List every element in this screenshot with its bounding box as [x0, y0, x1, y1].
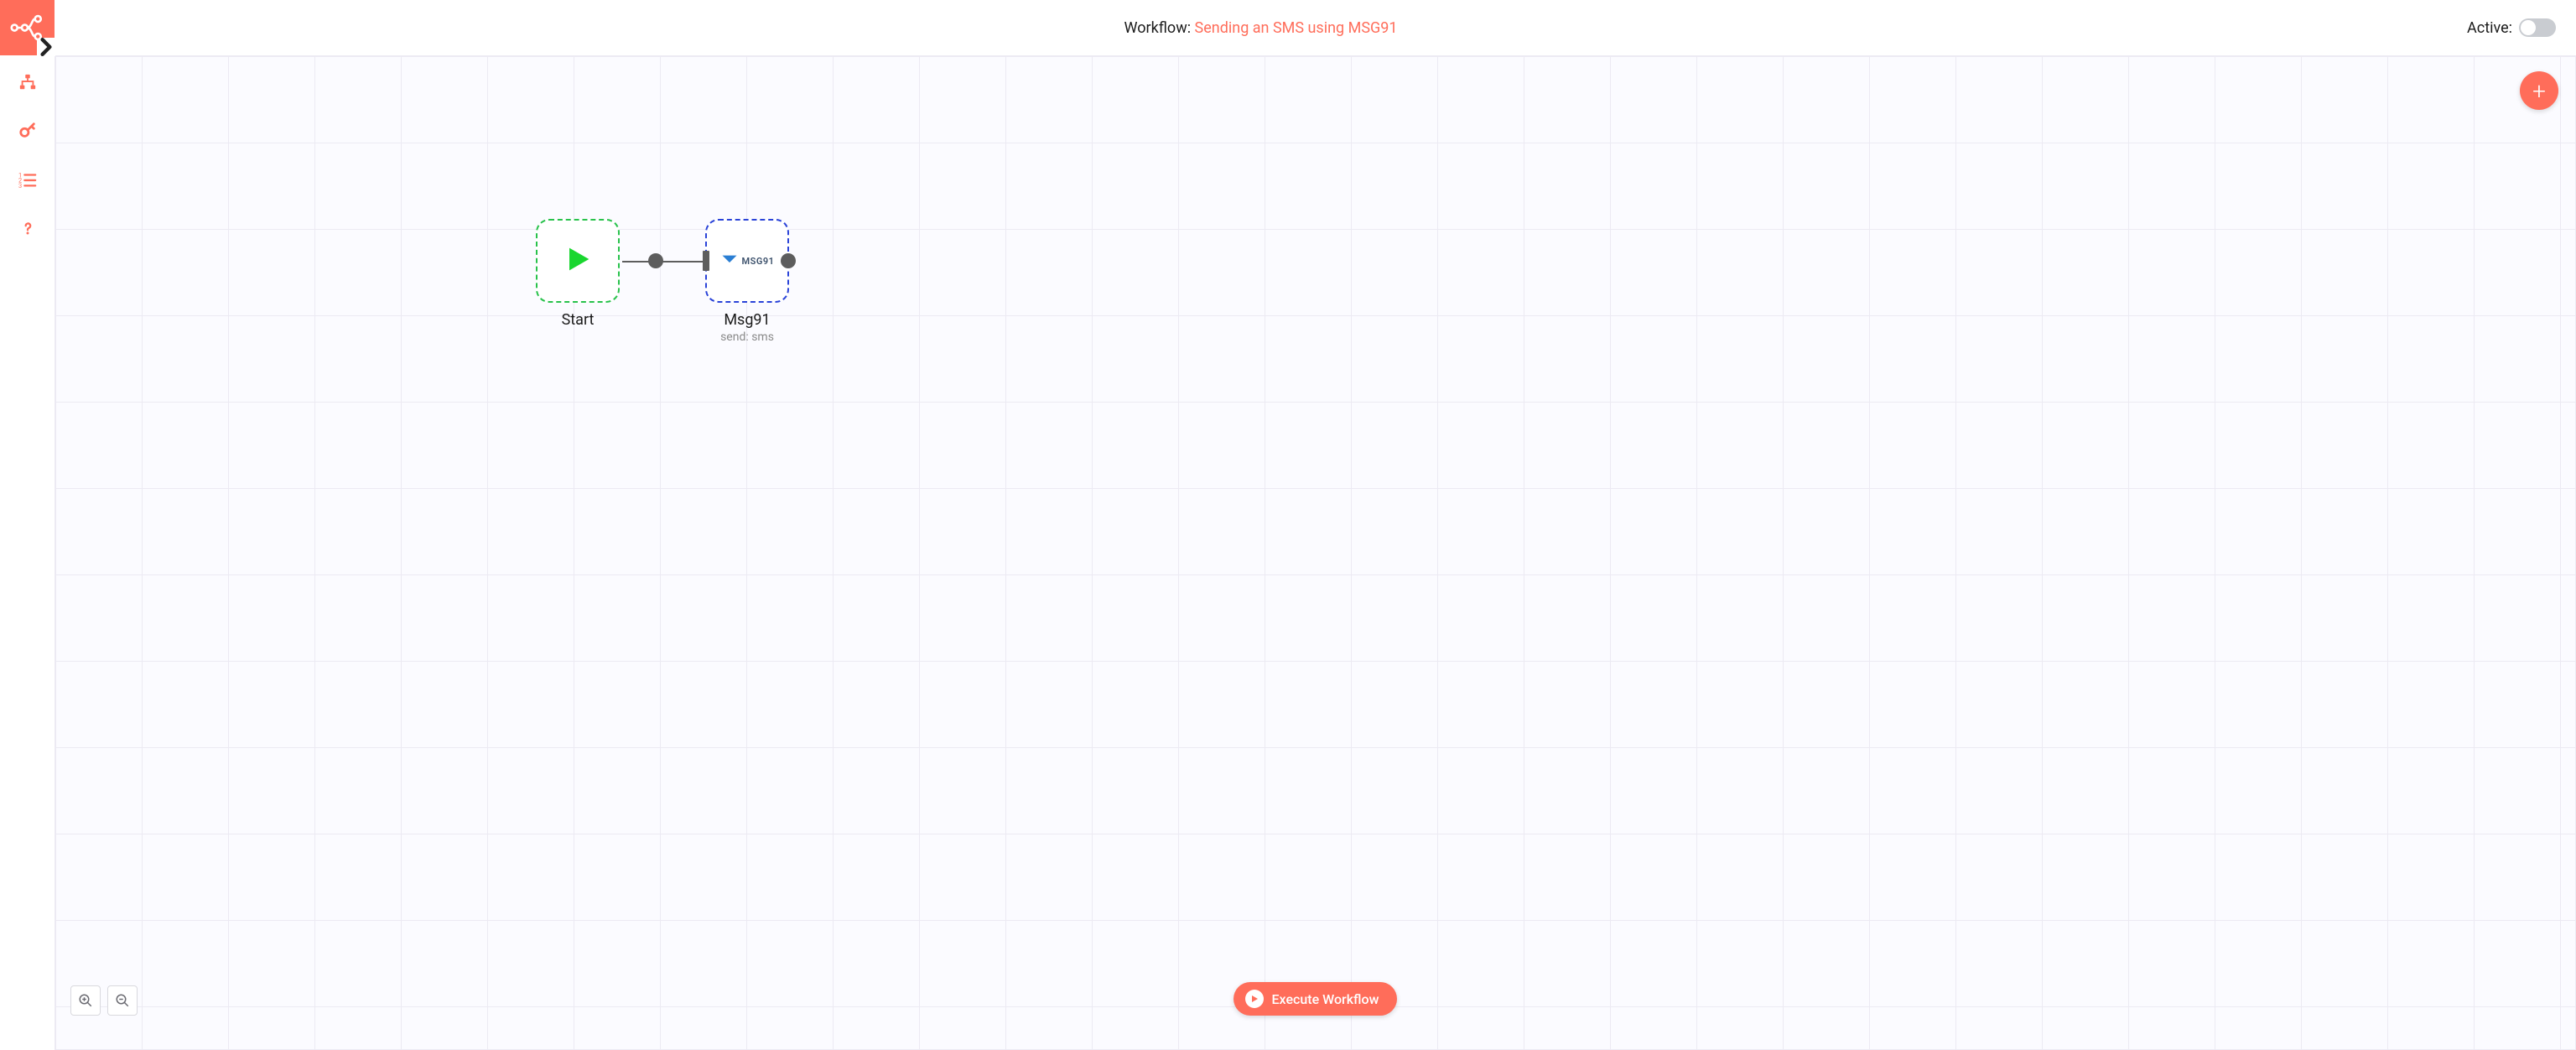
plus-icon: + — [2532, 77, 2546, 105]
node-subtitle: send: sms — [705, 330, 789, 344]
msg91-logo-text: MSG91 — [742, 256, 775, 267]
sidebar: 123 — [0, 55, 55, 1050]
page-title: Workflow: Sending an SMS using MSG91 — [55, 19, 2467, 37]
msg91-logo-icon: MSG91 — [720, 253, 775, 268]
zoom-in-button[interactable] — [70, 985, 101, 1016]
execute-workflow-button[interactable]: Execute Workflow — [1233, 982, 1398, 1016]
help-icon[interactable] — [18, 218, 38, 238]
active-label: Active: — [2467, 19, 2512, 37]
node-label: Msg91 — [705, 311, 789, 329]
workflows-icon[interactable] — [18, 72, 38, 92]
node-start: Start — [536, 219, 620, 329]
executions-icon[interactable]: 123 — [18, 169, 38, 190]
input-port[interactable] — [703, 251, 709, 271]
node-label: Start — [536, 311, 620, 329]
credentials-icon[interactable] — [18, 121, 38, 141]
node-start-box[interactable] — [536, 219, 620, 303]
workflow-name[interactable]: Sending an SMS using MSG91 — [1195, 19, 1398, 37]
app-header: Workflow: Sending an SMS using MSG91 Act… — [0, 0, 2576, 55]
app-logo — [0, 0, 55, 55]
node-connection[interactable] — [622, 261, 710, 262]
node-msg91-box[interactable]: MSG91 — [705, 219, 789, 303]
header-right: Active: — [2467, 18, 2556, 37]
output-port[interactable] — [781, 253, 796, 268]
workflow-canvas[interactable]: + Start MSG91 Msg91 — [55, 55, 2576, 1050]
expand-sidebar-button[interactable] — [37, 38, 55, 56]
play-icon — [561, 242, 595, 279]
title-prefix: Workflow: — [1124, 19, 1195, 37]
execute-label: Execute Workflow — [1272, 991, 1379, 1007]
svg-text:3: 3 — [18, 182, 22, 189]
play-circle-icon — [1245, 990, 1264, 1008]
zoom-out-button[interactable] — [107, 985, 138, 1016]
add-node-button[interactable]: + — [2520, 71, 2558, 110]
zoom-controls — [70, 985, 138, 1016]
active-toggle[interactable] — [2519, 18, 2556, 37]
output-port[interactable] — [648, 253, 663, 268]
node-msg91: MSG91 Msg91 send: sms — [705, 219, 789, 344]
main-area: 123 + Start — [0, 55, 2576, 1050]
